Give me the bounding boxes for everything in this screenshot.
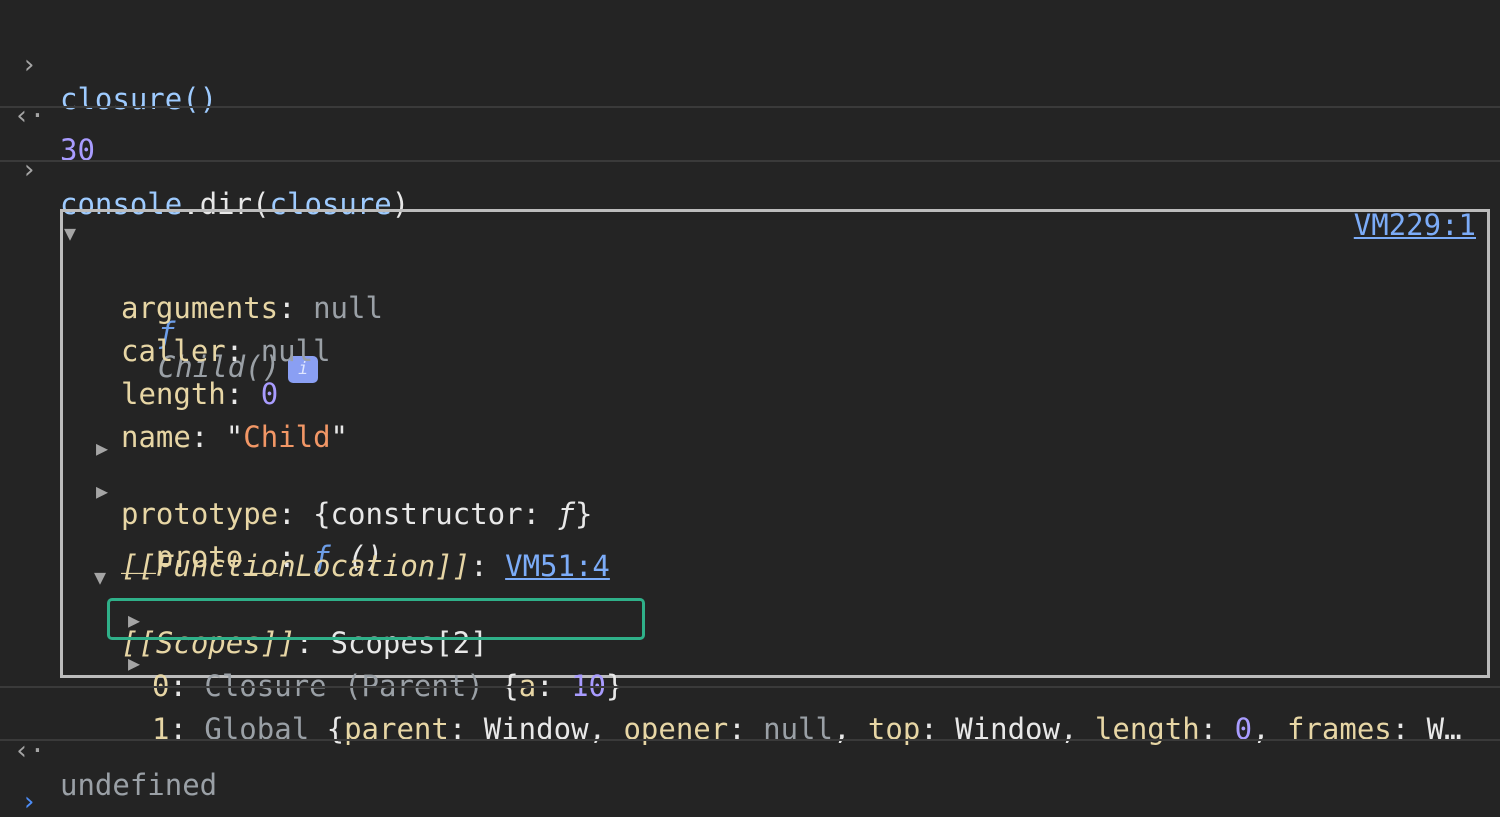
prompt-caret-icon: › — [21, 787, 37, 817]
divider — [0, 160, 1500, 162]
divider — [0, 686, 1500, 688]
divider — [0, 106, 1500, 108]
expand-triangle-icon[interactable]: ▶ — [96, 431, 108, 465]
collapse-triangle-icon[interactable]: ▼ — [94, 560, 106, 594]
console-prompt-row[interactable]: › — [0, 751, 1500, 817]
expand-triangle-icon[interactable]: ▼ — [64, 216, 76, 250]
expand-triangle-icon[interactable]: ▶ — [128, 603, 140, 637]
expand-triangle-icon[interactable]: ▶ — [128, 646, 140, 680]
expand-triangle-icon[interactable]: ▶ — [96, 474, 108, 508]
divider — [0, 739, 1500, 741]
